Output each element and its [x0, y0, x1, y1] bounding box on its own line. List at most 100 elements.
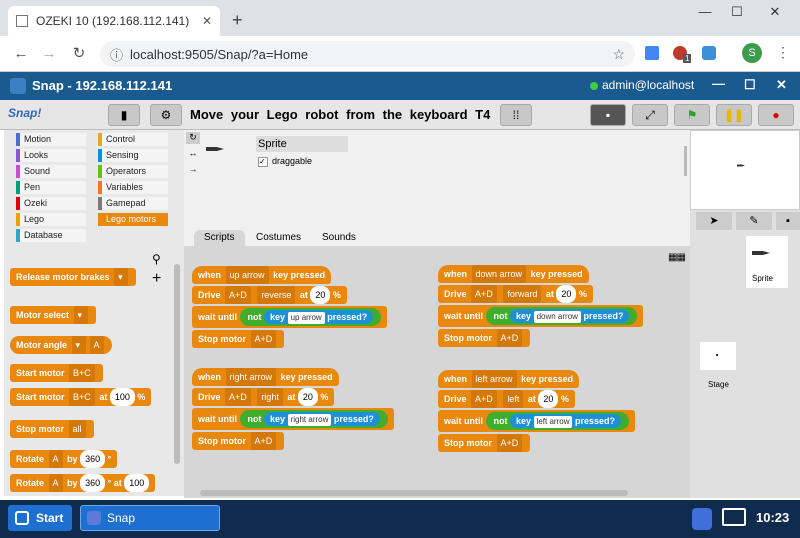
category-lego-motors[interactable]: Lego motors — [98, 213, 168, 226]
green-flag-icon[interactable]: ⚑ — [674, 104, 710, 126]
sprite-name-input[interactable]: Sprite — [256, 136, 348, 152]
block-palette[interactable]: ⚲ + Release motor brakes ▾ Motor select … — [4, 244, 184, 496]
direction-dropdown[interactable]: left — [503, 390, 524, 408]
close-window-icon[interactable]: ✕ — [760, 4, 790, 20]
draggable-checkbox[interactable]: ✓ — [258, 157, 268, 167]
category-sensing[interactable]: Sensing — [98, 149, 168, 162]
settings-gear-icon[interactable]: ⚙ — [150, 104, 182, 126]
stop-block-right[interactable]: Stop motor A+D — [192, 432, 285, 450]
tab-costumes[interactable]: Costumes — [246, 230, 311, 246]
motor-dropdown[interactable]: A+D — [225, 388, 251, 406]
key-dropdown[interactable]: down arrow — [471, 265, 527, 283]
key-dropdown[interactable]: down arrow — [533, 311, 581, 323]
palette-scrollbar[interactable] — [174, 264, 180, 464]
monitor-icon[interactable] — [722, 508, 746, 526]
snap-minimize-icon[interactable]: — — [712, 76, 725, 91]
palette-motor-angle[interactable]: Motor angle ▾ A — [10, 336, 112, 354]
camera-icon[interactable]: ▪ — [776, 212, 800, 230]
speed-input[interactable]: 20 — [556, 285, 577, 303]
motor-dropdown[interactable]: A+D — [250, 330, 277, 348]
drive-block-left[interactable]: Drive A+D left at 20 % — [438, 390, 575, 408]
motor-dropdown[interactable]: A+D — [225, 286, 251, 304]
paint-brush-icon[interactable]: ✎ — [736, 212, 772, 230]
stage-fullscreen-icon[interactable]: ⤢ — [632, 104, 668, 126]
browser-tab[interactable]: OZEKI 10 (192.168.112.141) ✕ — [8, 6, 220, 36]
palette-start-motor-at[interactable]: Start motor B+C at 100 % — [10, 388, 152, 406]
scripts-area[interactable]: ▦▦ when up arrow key pressed Drive A+D r… — [184, 246, 690, 498]
rotate-style-icon[interactable]: ↻ — [186, 132, 200, 144]
category-variables[interactable]: Variables — [98, 181, 168, 194]
snap-close-icon[interactable]: ✕ — [776, 77, 787, 93]
direction-dropdown[interactable]: right — [257, 388, 283, 406]
dropdown-value[interactable]: B+C — [69, 388, 95, 406]
category-pen[interactable]: Pen — [16, 181, 86, 194]
reload-icon[interactable]: ↻ — [68, 43, 90, 65]
hat-block-up[interactable]: when up arrow key pressed — [192, 266, 332, 284]
snap-logo[interactable]: Snap! — [8, 106, 41, 120]
close-tab-icon[interactable]: ✕ — [202, 14, 212, 28]
stop-block-up[interactable]: Stop motor A+D — [192, 330, 285, 348]
palette-release-motor-brakes[interactable]: Release motor brakes ▾ — [10, 268, 137, 286]
lr-style-icon[interactable]: ↔ — [186, 148, 200, 160]
category-operators[interactable]: Operators — [98, 165, 168, 178]
hat-block-down[interactable]: when down arrow key pressed — [438, 265, 589, 283]
wait-block-up[interactable]: wait until not key up arrow pressed? — [192, 306, 388, 328]
degree-input[interactable]: 360 — [80, 474, 106, 492]
wait-block-left[interactable]: wait until not key left arrow pressed? — [438, 410, 636, 432]
minimize-icon[interactable]: — — [690, 4, 720, 19]
stop-block-left[interactable]: Stop motor A+D — [438, 434, 531, 452]
stage-view[interactable] — [690, 130, 800, 210]
url-field[interactable]: ⓘ localhost:9505/Snap/?a=Home ☆ — [100, 41, 635, 67]
extension2-icon[interactable] — [702, 46, 716, 60]
key-pressed-reporter[interactable]: key up arrow pressed? — [264, 310, 374, 324]
motor-dropdown[interactable]: A+D — [471, 285, 497, 303]
key-dropdown[interactable]: right arrow — [287, 414, 332, 426]
motor-dropdown[interactable]: A+D — [496, 329, 523, 347]
scripts-scrollbar[interactable] — [200, 490, 628, 496]
speed-input[interactable]: 20 — [310, 286, 331, 304]
key-pressed-reporter[interactable]: key left arrow pressed? — [510, 414, 622, 428]
speed-input[interactable]: 20 — [538, 390, 559, 408]
category-gamepad[interactable]: Gamepad — [98, 197, 168, 210]
no-rotate-icon[interactable]: → — [186, 164, 200, 176]
dropdown-value[interactable]: A — [89, 336, 104, 354]
file-icon[interactable]: ▮ — [108, 104, 140, 126]
dropdown-value[interactable]: A — [48, 474, 63, 492]
not-block[interactable]: not key down arrow pressed? — [485, 307, 638, 325]
palette-stop-motor[interactable]: Stop motor all — [10, 420, 94, 438]
dropdown-value[interactable]: all — [68, 420, 86, 438]
back-icon[interactable]: ← — [10, 43, 32, 65]
hat-block-right[interactable]: when right arrow key pressed — [192, 368, 339, 386]
sprite-tile[interactable]: Sprite — [746, 236, 788, 288]
not-block[interactable]: not key right arrow pressed? — [239, 410, 388, 428]
key-dropdown[interactable]: up arrow — [225, 266, 269, 284]
key-dropdown[interactable]: left arrow — [471, 370, 517, 388]
taskbar-snap-item[interactable]: Snap — [80, 505, 220, 531]
snap-maximize-icon[interactable]: ☐ — [744, 77, 756, 93]
category-looks[interactable]: Looks — [16, 149, 86, 162]
degree-input[interactable]: 360 — [80, 450, 106, 468]
profile-avatar[interactable]: S — [742, 43, 762, 63]
not-block[interactable]: not key up arrow pressed? — [239, 308, 382, 326]
direction-dropdown[interactable]: reverse — [257, 286, 296, 304]
category-control[interactable]: Control — [98, 133, 168, 146]
add-block-icon[interactable]: + — [152, 270, 161, 288]
motor-dropdown[interactable]: A+D — [471, 390, 497, 408]
start-button[interactable]: Start — [8, 505, 72, 531]
key-dropdown[interactable]: left arrow — [533, 416, 573, 428]
stage-normal-icon[interactable]: ▪ — [590, 104, 626, 126]
sprite-pane-scrollbar[interactable] — [684, 146, 687, 176]
stop-block-down[interactable]: Stop motor A+D — [438, 329, 531, 347]
key-pressed-reporter[interactable]: key right arrow pressed? — [264, 412, 380, 426]
footsteps-icon[interactable]: ⁞⁞ — [500, 104, 532, 126]
dropdown-value[interactable]: A — [48, 450, 63, 468]
category-ozeki[interactable]: Ozeki — [16, 197, 86, 210]
drive-block-right[interactable]: Drive A+D right at 20 % — [192, 388, 335, 406]
category-motion[interactable]: Motion — [16, 133, 86, 146]
drive-block-up[interactable]: Drive A+D reverse at 20 % — [192, 286, 347, 304]
wait-block-down[interactable]: wait until not key down arrow pressed? — [438, 305, 644, 327]
maximize-icon[interactable]: ☐ — [722, 4, 752, 20]
wait-block-right[interactable]: wait until not key right arrow pressed? — [192, 408, 394, 430]
forward-icon[interactable]: → — [38, 43, 60, 65]
drive-block-down[interactable]: Drive A+D forward at 20 % — [438, 285, 593, 303]
